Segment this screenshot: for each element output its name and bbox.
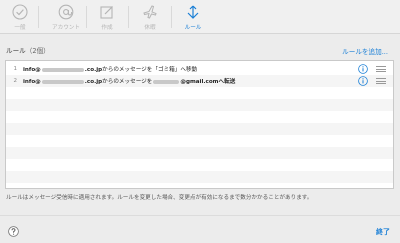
info-icon[interactable] [358,76,368,86]
rule-action-text: からのメッセージを [102,79,153,85]
rule-email-prefix: info@ [23,67,41,73]
empty-row [6,111,393,123]
check-circle-icon [12,4,28,20]
tab-compose-label: 作成 [101,25,113,31]
rules-heading: ルール（2個） [6,45,50,55]
drag-handle-icon[interactable] [376,78,386,84]
empty-row [6,87,393,99]
done-button[interactable]: 終了 [376,227,390,237]
redacted-text [41,79,84,84]
preferences-toolbar: 一般 アカウント 作成 休暇 ルール [0,0,400,34]
toolbar-divider [86,6,87,28]
compose-icon [100,6,113,19]
rule-description: info@ .co.jpからのメッセージを「ゴミ箱」へ移動 [23,65,197,73]
redacted-text [153,79,180,84]
empty-row [6,159,393,171]
tab-vacation[interactable]: 休暇 [135,0,165,34]
tab-vacation-label: 休暇 [144,25,156,31]
tab-compose[interactable]: 作成 [92,0,122,34]
rules-title: ルール [6,47,26,55]
rule-action-text: からのメッセージを「ゴミ箱」へ移動 [102,67,198,73]
rule-email-domain: .co.jp [84,79,103,85]
empty-row [6,99,393,111]
rule-forward-address: @gmail.comへ転送 [180,79,236,85]
airplane-icon [143,5,157,19]
rule-row[interactable]: 2 info@ .co.jpからのメッセージを @gmail.comへ転送 [6,75,393,87]
rule-description: info@ .co.jpからのメッセージを @gmail.comへ転送 [23,77,235,85]
toolbar-divider [171,6,172,28]
footer-divider [0,215,400,216]
empty-row [6,171,393,183]
tab-general[interactable]: 一般 [5,0,35,34]
tab-rules-label: ルール [184,25,202,31]
help-icon[interactable] [8,226,19,237]
tab-accounts-label: アカウント [52,25,80,31]
empty-row [6,135,393,147]
toolbar-divider [128,6,129,28]
rules-icon [187,5,199,19]
tab-general-label: 一般 [14,25,26,31]
info-icon[interactable] [358,64,368,74]
add-rule-link[interactable]: ルールを追加... [342,46,388,56]
rule-number: 1 [13,66,17,72]
at-icon [58,4,74,20]
rule-row[interactable]: 1 info@ .co.jpからのメッセージを「ゴミ箱」へ移動 [6,63,393,75]
tab-accounts[interactable]: アカウント [51,0,81,34]
empty-row [6,123,393,135]
rule-email-domain: .co.jp [84,67,103,73]
rules-list[interactable]: 1 info@ .co.jpからのメッセージを「ゴミ箱」へ移動 2 info@ .c… [5,60,394,189]
empty-row [6,147,393,159]
rules-note: ルールはメッセージ受信時に適用されます。ルールを変更した場合、変更点が有効になる… [6,195,313,201]
rule-number: 2 [13,78,17,84]
toolbar-divider [38,6,39,28]
drag-handle-icon[interactable] [376,66,386,72]
tab-rules[interactable]: ルール [178,0,208,34]
rules-count: （2個） [25,47,50,55]
redacted-text [41,67,84,72]
rule-email-prefix: info@ [23,79,41,85]
